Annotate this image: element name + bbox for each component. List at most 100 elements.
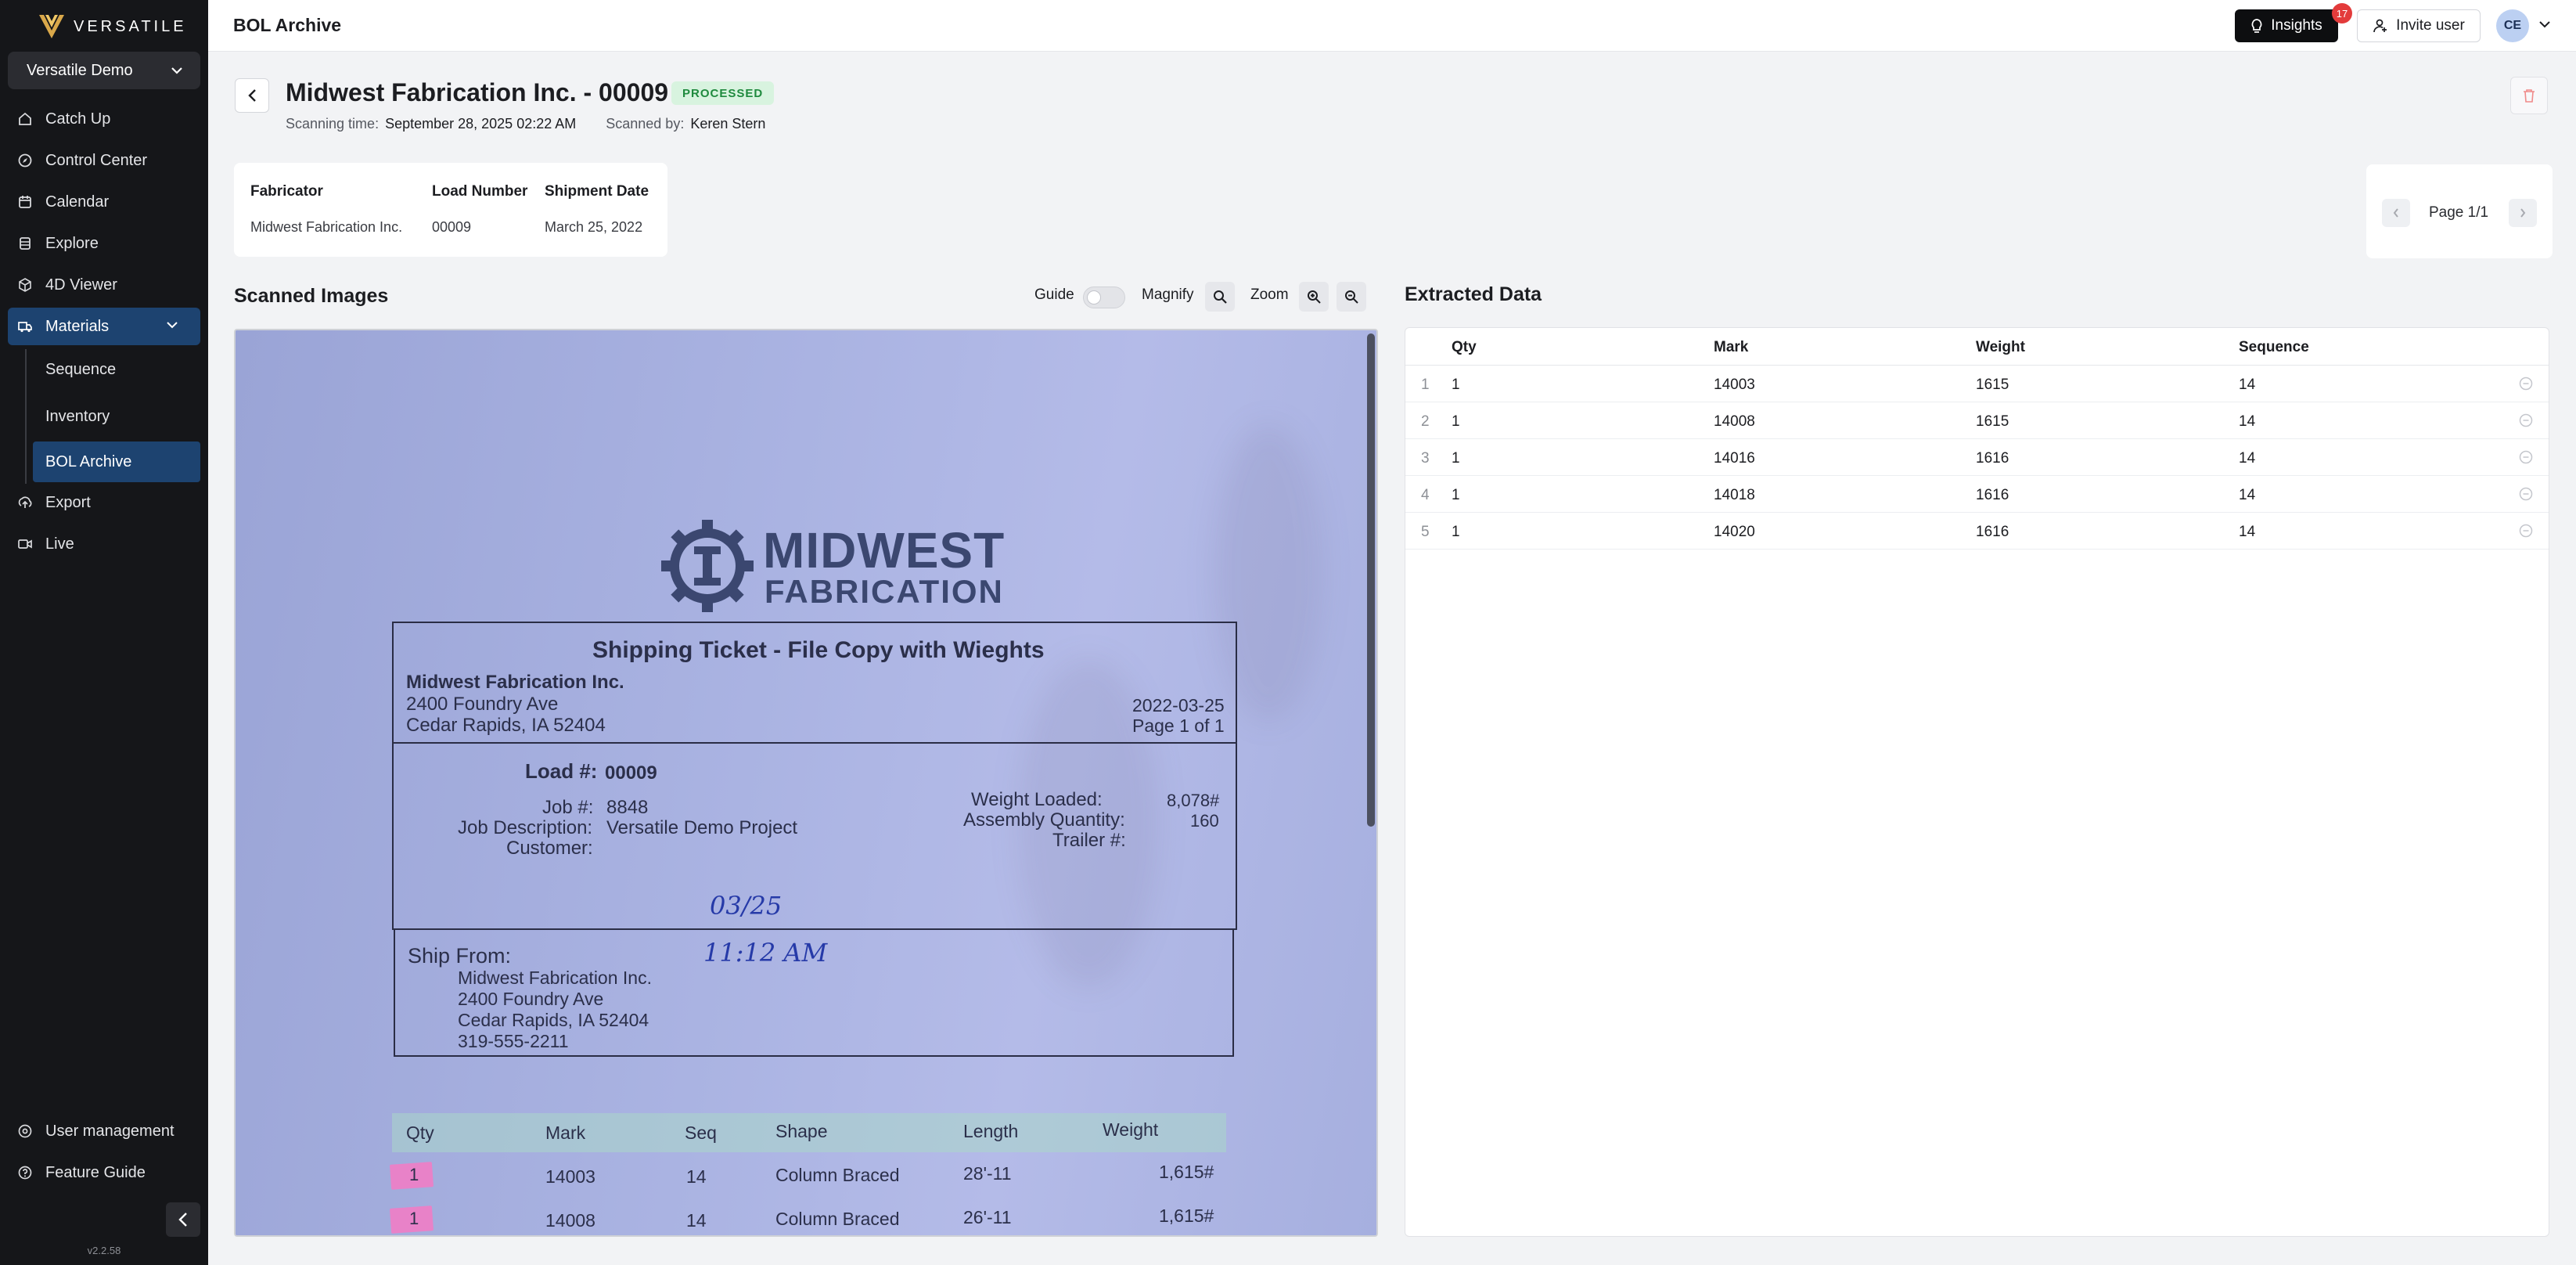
zoom-out-button[interactable] [1337, 282, 1366, 312]
scan-date: 2022-03-25 [1132, 695, 1225, 715]
workspace-name: Versatile Demo [27, 61, 133, 79]
cell-weight[interactable]: 1616 [1976, 450, 2009, 467]
cell-mark[interactable]: 14003 [1714, 377, 1755, 394]
cell-weight[interactable]: 1615 [1976, 413, 2009, 431]
remove-row-icon[interactable] [2518, 376, 2534, 391]
scan-row-qty: 1 [409, 1165, 419, 1184]
subnav-bol-archive[interactable]: BOL Archive [33, 441, 200, 482]
cell-sequence[interactable]: 14 [2239, 413, 2255, 431]
nav-export[interactable]: Export [8, 484, 200, 521]
cell-sequence[interactable]: 14 [2239, 487, 2255, 504]
add-user-icon [2373, 19, 2387, 33]
invite-user-button[interactable]: Invite user [2357, 9, 2481, 42]
guide-toggle[interactable] [1083, 287, 1125, 308]
nav-4d-viewer[interactable]: 4D Viewer [8, 266, 200, 304]
scanning-time-label: Scanning time: [286, 116, 380, 132]
previous-page-button[interactable] [2382, 199, 2410, 227]
cell-weight[interactable]: 1616 [1976, 487, 2009, 504]
column-header-sequence: Sequence [2239, 339, 2309, 355]
cell-mark[interactable]: 14016 [1714, 450, 1755, 467]
app-version: v2.2.58 [87, 1245, 121, 1256]
table-row[interactable]: 3 1 14016 1616 14 [1405, 439, 2549, 476]
remove-row-icon[interactable] [2518, 486, 2534, 502]
nav-calendar[interactable]: Calendar [8, 183, 200, 221]
versatile-logo-icon [39, 15, 64, 38]
scan-customer-label: Customer: [506, 838, 593, 859]
remove-row-icon[interactable] [2518, 449, 2534, 465]
bol-info-card: Fabricator Midwest Fabrication Inc. Load… [234, 163, 667, 257]
chevron-down-icon [171, 67, 182, 74]
collapse-sidebar-button[interactable] [166, 1202, 200, 1237]
load-number-label: Load Number [432, 183, 528, 200]
scan-col-shape: Shape [775, 1121, 828, 1141]
scan-weight-loaded-label: Weight Loaded: [971, 789, 1103, 810]
nav-feature-guide[interactable]: Feature Guide [8, 1154, 200, 1191]
scan-row-seq: 14 [686, 1166, 707, 1187]
chevron-down-icon [167, 322, 178, 329]
invite-label: Invite user [2396, 17, 2465, 34]
cell-mark[interactable]: 14018 [1714, 487, 1755, 504]
scan-jobdesc-value: Versatile Demo Project [606, 817, 798, 838]
nav-label: Materials [45, 317, 110, 335]
cell-mark[interactable]: 14008 [1714, 413, 1755, 431]
avatar[interactable]: CE [2496, 9, 2529, 42]
row-index: 3 [1421, 450, 1430, 467]
status-badge: PROCESSED [671, 81, 775, 105]
scan-logo-line1: MIDWEST [763, 522, 1006, 578]
nav-label: User management [45, 1122, 174, 1140]
chevron-right-icon [2520, 208, 2526, 218]
cell-sequence[interactable]: 14 [2239, 450, 2255, 467]
extracted-data-table: Qty Mark Weight Sequence 1 1 14003 1615 … [1405, 327, 2549, 1237]
table-row[interactable]: 2 1 14008 1615 14 [1405, 402, 2549, 439]
insights-button[interactable]: Insights [2235, 9, 2338, 42]
next-page-button[interactable] [2509, 199, 2537, 227]
video-icon [18, 539, 32, 549]
table-row[interactable]: 1 1 14003 1615 14 [1405, 366, 2549, 402]
cell-weight[interactable]: 1616 [1976, 524, 2009, 541]
chevron-down-icon[interactable] [2538, 20, 2551, 28]
nav-explore[interactable]: Explore [8, 225, 200, 262]
back-button[interactable] [235, 78, 269, 113]
search-icon [1214, 290, 1227, 304]
trash-icon [2524, 89, 2535, 103]
midwest-gear-logo-icon [661, 520, 754, 612]
subnav-sequence[interactable]: Sequence [33, 349, 200, 390]
zoom-in-button[interactable] [1299, 282, 1329, 312]
cell-mark[interactable]: 14020 [1714, 524, 1755, 541]
workspace-selector[interactable]: Versatile Demo [8, 52, 200, 89]
nav-label: 4D Viewer [45, 276, 117, 294]
cell-sequence[interactable]: 14 [2239, 377, 2255, 394]
table-row[interactable]: 4 1 14018 1616 14 [1405, 476, 2549, 513]
cell-qty[interactable]: 1 [1452, 524, 1460, 541]
remove-row-icon[interactable] [2518, 523, 2534, 539]
cell-qty[interactable]: 1 [1452, 413, 1460, 431]
cell-qty[interactable]: 1 [1452, 487, 1460, 504]
cell-weight[interactable]: 1615 [1976, 377, 2009, 394]
cell-sequence[interactable]: 14 [2239, 524, 2255, 541]
delete-button[interactable] [2510, 77, 2548, 114]
scan-row-qty: 1 [409, 1209, 419, 1228]
subnav-inventory[interactable]: Inventory [33, 396, 200, 437]
cell-qty[interactable]: 1 [1452, 450, 1460, 467]
scan-row-mark: 14008 [545, 1210, 595, 1231]
scan-row-length: 28'-11 [963, 1163, 1012, 1184]
scan-col-qty: Qty [406, 1123, 434, 1143]
scanned-image-viewer[interactable]: MIDWEST FABRICATION Shipping Ticket - Fi… [234, 329, 1378, 1237]
table-row[interactable]: 5 1 14020 1616 14 [1405, 513, 2549, 550]
nav-user-management[interactable]: User management [8, 1112, 200, 1150]
nav-materials[interactable]: Materials [8, 308, 200, 345]
remove-row-icon[interactable] [2518, 413, 2534, 428]
zoom-out-icon [1345, 290, 1358, 304]
viewer-scrollbar[interactable] [1367, 333, 1375, 827]
nav-catch-up[interactable]: Catch Up [8, 100, 200, 138]
page-navigator: Page 1/1 [2366, 164, 2553, 258]
scan-col-mark: Mark [545, 1123, 586, 1143]
magnify-button[interactable] [1205, 282, 1235, 312]
scan-ship-from-label: Ship From: [408, 944, 512, 968]
scan-assembly-qty-label: Assembly Quantity: [963, 809, 1125, 831]
cell-qty[interactable]: 1 [1452, 377, 1460, 394]
brand-logo[interactable]: VERSATILE [38, 11, 187, 42]
nav-live[interactable]: Live [8, 525, 200, 563]
nav-control-center[interactable]: Control Center [8, 142, 200, 179]
zoom-in-icon [1308, 290, 1321, 304]
